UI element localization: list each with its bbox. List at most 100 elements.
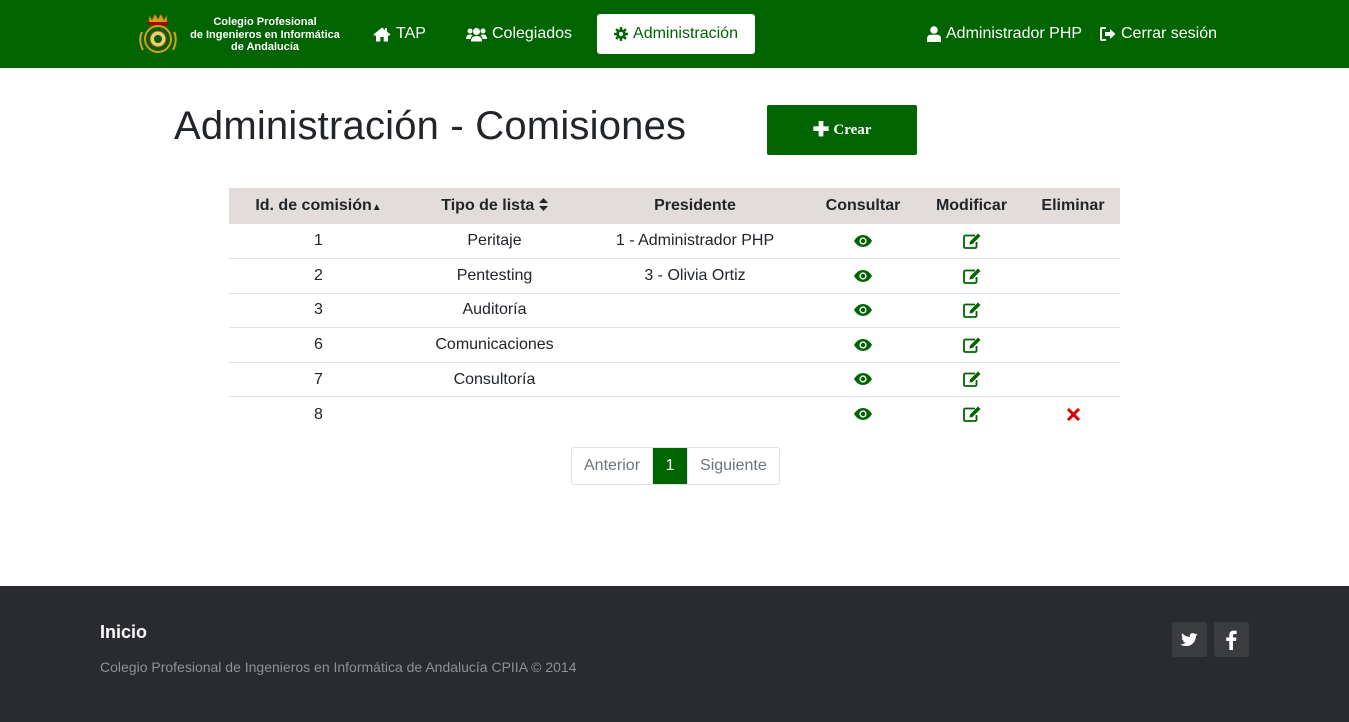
cell-modificar xyxy=(917,224,1026,259)
twitter-icon xyxy=(1179,633,1198,647)
logout-label: Cerrar sesión xyxy=(1121,25,1218,42)
nav-administracion-label: Administración xyxy=(633,25,738,42)
logout-link[interactable]: Cerrar sesión xyxy=(1100,14,1217,54)
cell-presidente xyxy=(581,292,809,328)
view-button[interactable] xyxy=(854,336,872,353)
page-title: Administración - Comisiones xyxy=(174,104,687,148)
header-eliminar: Eliminar xyxy=(1026,188,1120,224)
eye-icon xyxy=(854,304,872,317)
cell-consultar xyxy=(809,224,917,259)
sort-asc-icon: ▲ xyxy=(371,202,382,213)
cell-eliminar xyxy=(1026,327,1120,363)
brand-line-3: de Andalucía xyxy=(230,41,300,53)
cell-modificar xyxy=(917,258,1026,294)
plus-icon: ✚ xyxy=(812,119,830,141)
cell-consultar xyxy=(809,258,917,294)
user-menu[interactable]: Administrador PHP xyxy=(927,14,1082,54)
cell-tipo: Comunicaciones xyxy=(408,327,581,363)
header-consultar: Consultar xyxy=(809,188,917,224)
eye-icon xyxy=(854,373,872,386)
brand-line-2: de Ingenieros en Informática xyxy=(190,28,340,41)
pagination-next[interactable]: Siguiente xyxy=(688,448,779,484)
footer-copyright: Colegio Profesional de Ingenieros en Inf… xyxy=(100,659,577,675)
delete-button[interactable] xyxy=(1066,406,1080,423)
cell-tipo: Consultoría xyxy=(408,361,581,397)
cell-presidente xyxy=(581,361,809,397)
view-button[interactable] xyxy=(854,232,872,249)
brand-line-1: Colegio Profesional xyxy=(213,16,317,28)
gear-icon xyxy=(614,27,629,41)
user-name: Administrador PHP xyxy=(946,25,1083,42)
eye-icon xyxy=(854,234,872,247)
cell-tipo: Peritaje xyxy=(467,232,522,250)
edit-icon xyxy=(962,406,980,423)
edit-button[interactable] xyxy=(962,406,981,423)
cell-eliminar xyxy=(1026,224,1120,259)
nav-tap-label: TAP xyxy=(396,25,426,42)
brand-name[interactable]: Colegio Profesional de Ingenieros en Inf… xyxy=(182,16,348,54)
sign-out-icon xyxy=(1100,27,1116,41)
edit-button[interactable] xyxy=(962,371,981,388)
cell-tipo: Pentesting xyxy=(408,258,581,294)
table-row: 1 Peritaje 1 - Administrador PHP xyxy=(229,224,1120,259)
footer: Inicio Colegio Profesional de Ingenieros… xyxy=(0,586,1349,722)
header-presidente: Presidente xyxy=(581,188,809,224)
eye-icon xyxy=(854,269,872,282)
cell-tipo: Auditoría xyxy=(408,292,581,328)
edit-icon xyxy=(962,371,980,388)
nav-colegiados[interactable]: Colegiados xyxy=(466,14,572,54)
cell-id: 1 xyxy=(314,232,323,250)
view-button[interactable] xyxy=(854,371,872,388)
cell-id: 8 xyxy=(229,396,408,432)
edit-icon xyxy=(962,302,980,319)
table-row: 8 xyxy=(229,396,1120,432)
table-row: 6 Comunicaciones xyxy=(229,327,1120,363)
user-icon xyxy=(927,26,941,42)
cell-eliminar xyxy=(1026,361,1120,397)
pagination: Anterior 1 Siguiente xyxy=(571,447,780,485)
coat-of-arms-logo[interactable] xyxy=(137,12,179,56)
nav-colegiados-label: Colegiados xyxy=(492,25,573,42)
pagination-page-1[interactable]: 1 xyxy=(653,448,689,484)
cell-consultar xyxy=(809,396,917,432)
cell-consultar xyxy=(809,327,917,363)
cell-modificar xyxy=(917,292,1026,328)
header-id[interactable]: Id. de comisión▲ xyxy=(229,188,408,224)
table-row: 7 Consultoría xyxy=(229,361,1120,397)
users-icon xyxy=(466,27,487,41)
delete-icon xyxy=(1066,407,1080,421)
edit-icon xyxy=(962,337,980,353)
footer-home-link[interactable]: Inicio xyxy=(100,622,147,643)
sort-icon xyxy=(538,198,548,211)
edit-icon xyxy=(962,233,980,249)
cell-eliminar xyxy=(1026,258,1120,294)
home-icon xyxy=(373,27,391,41)
header-tipo[interactable]: Tipo de lista xyxy=(408,188,581,224)
cell-eliminar xyxy=(1026,396,1120,432)
table-body: 1 Peritaje 1 - Administrador PHP 2 Pentestin… xyxy=(229,224,1120,432)
table-header-row: Id. de comisión▲ Tipo de lista President… xyxy=(229,188,1120,224)
create-button[interactable]: ✚ Crear xyxy=(767,105,917,155)
edit-button[interactable] xyxy=(962,301,981,319)
view-button[interactable] xyxy=(854,301,872,318)
cell-presidente xyxy=(581,396,809,432)
view-button[interactable] xyxy=(854,406,872,423)
facebook-button[interactable] xyxy=(1214,622,1249,657)
edit-button[interactable] xyxy=(962,267,981,284)
pagination-prev[interactable]: Anterior xyxy=(572,448,654,484)
commissions-table: Id. de comisión▲ Tipo de lista President… xyxy=(229,188,1120,432)
table-row: 2 Pentesting 3 - Olivia Ortiz xyxy=(229,258,1120,294)
table-row: 3 Auditoría xyxy=(229,292,1120,328)
edit-button[interactable] xyxy=(962,232,981,249)
twitter-button[interactable] xyxy=(1172,622,1207,657)
cell-modificar xyxy=(917,361,1026,397)
cell-presidente xyxy=(581,327,809,363)
facebook-icon xyxy=(1226,630,1237,650)
nav-administracion[interactable]: Administración xyxy=(597,14,755,54)
cell-id: 7 xyxy=(229,361,408,397)
nav-tap[interactable]: TAP xyxy=(373,14,426,54)
cell-consultar xyxy=(809,361,917,397)
eye-icon xyxy=(854,408,872,421)
edit-button[interactable] xyxy=(962,336,981,353)
view-button[interactable] xyxy=(854,267,872,284)
